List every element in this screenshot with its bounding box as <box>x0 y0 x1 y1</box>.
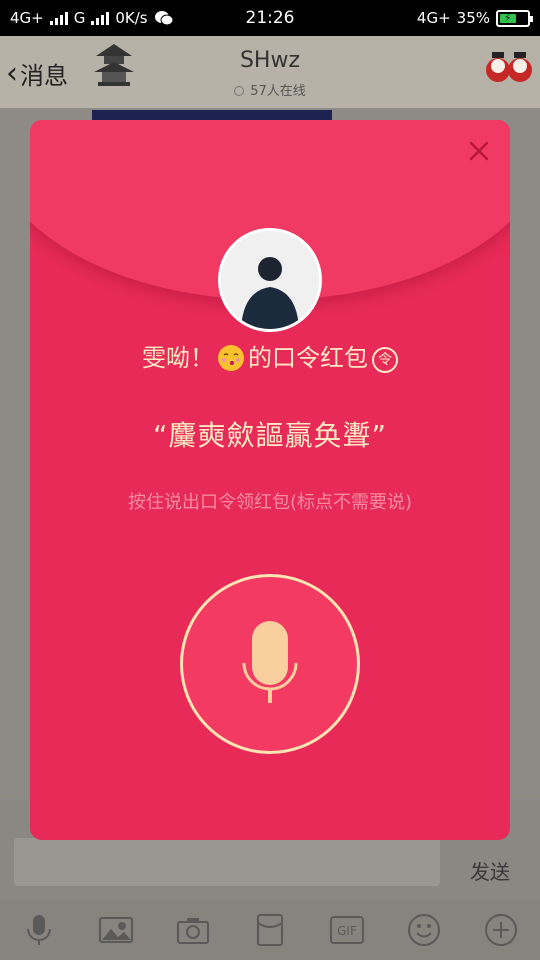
password-text: “麜奭歛謳贏奂聻” <box>152 419 387 452</box>
sender-name: 雯呦！ <box>142 344 214 372</box>
status-right: 4G+ 35% ⚡ <box>416 9 533 27</box>
signal-icon-2 <box>91 11 110 25</box>
battery-icon: ⚡ <box>496 9 533 27</box>
password-badge-icon: 令 <box>372 347 398 373</box>
red-packet-modal: 雯呦！ 的口令红包令 “麜奭歛謳贏奂聻” 按住说出口令领红包(标点不需要说) <box>30 120 510 840</box>
signal-icon <box>49 11 68 25</box>
network-speed: 0K/s <box>115 9 148 27</box>
close-icon[interactable] <box>464 136 494 166</box>
network-label: 4G+ <box>10 9 44 27</box>
network-label-2: G <box>73 9 86 27</box>
status-left: 4G+ G 0K/s <box>10 9 174 27</box>
instruction-text: 按住说出口令领红包(标点不需要说) <box>127 492 413 513</box>
kiss-emoji-icon <box>218 345 244 371</box>
wechat-icon <box>154 11 174 26</box>
avatar[interactable] <box>218 228 322 332</box>
hold-to-speak-button[interactable] <box>180 574 360 754</box>
microphone-icon <box>242 621 298 703</box>
status-bar: 4G+ G 0K/s 21:26 4G+ 35% ⚡ <box>0 0 540 36</box>
avatar-person-icon <box>221 231 319 329</box>
network-label-3: 4G+ <box>416 9 451 27</box>
title-suffix: 的口令红包 <box>248 344 368 372</box>
battery-percent: 35% <box>456 9 490 27</box>
red-packet-title: 雯呦！ 的口令红包令 <box>30 338 510 373</box>
